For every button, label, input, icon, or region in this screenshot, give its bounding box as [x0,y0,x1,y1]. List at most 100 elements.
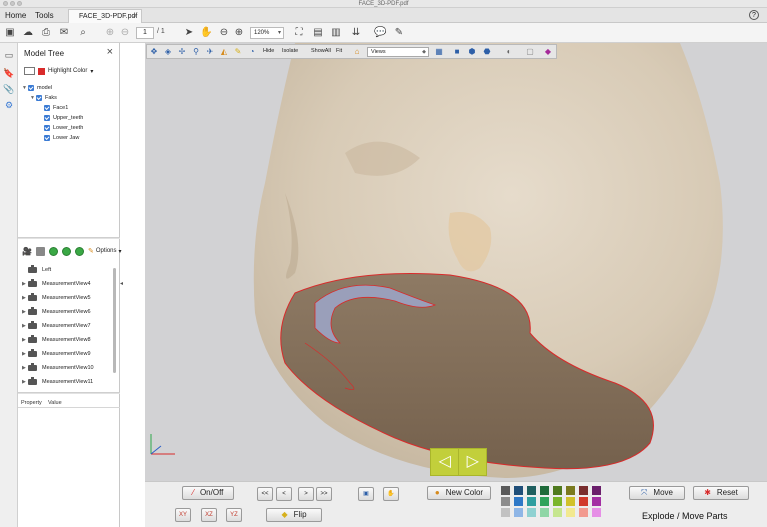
color-swatch[interactable] [514,486,523,495]
list-item[interactable]: ▶ MeasurementView11 [22,377,93,387]
color-swatch[interactable] [592,508,601,517]
search-icon[interactable]: ⌕ [77,27,89,39]
update-view-icon[interactable] [61,246,71,256]
bookmark-icon[interactable]: 🔖 [3,67,15,79]
render-mode-icon[interactable]: ⬢ [467,47,477,57]
color-swatch[interactable] [579,497,588,506]
page-number-input[interactable]: 1 [136,27,154,39]
rotate-icon[interactable]: ✥ [149,47,159,57]
color-swatch[interactable] [553,497,562,506]
spin-icon[interactable]: ◈ [163,47,173,57]
visibility-checkbox[interactable] [36,94,42,101]
options-menu-icon[interactable] [24,67,35,75]
panel-splitter[interactable] [18,392,120,394]
color-swatch[interactable] [579,486,588,495]
highlight-color-control[interactable]: Highlight Color ▾ [24,66,93,76]
comment-3d-icon[interactable]: ◔ [247,47,257,57]
print-icon[interactable]: ⎙ [40,27,52,39]
collapse-panel-icon[interactable]: ◂ [120,280,125,287]
first-step-button[interactable]: << [257,487,273,501]
visibility-checkbox[interactable] [44,104,50,111]
next-step-button[interactable]: > [298,487,314,501]
email-icon[interactable]: ✉ [58,27,70,39]
color-swatch[interactable] [540,508,549,517]
visibility-checkbox[interactable] [44,134,50,141]
part-move-icon[interactable]: ✋ [383,487,399,501]
tab-home[interactable]: Home [0,8,31,23]
measure-icon[interactable]: ◭ [219,47,229,57]
color-swatch[interactable] [514,508,523,517]
help-icon[interactable]: ? [749,10,759,20]
fit-height-icon[interactable]: ▥ [330,27,342,39]
lighting-icon[interactable]: ⬣ [482,47,492,57]
list-item[interactable]: ▶ MeasurementView7 [22,321,91,331]
home-view-icon[interactable]: ⌂ [352,47,362,57]
axis-xz-button[interactable]: XZ [201,508,217,522]
reset-button[interactable]: ✱ Reset [693,486,749,500]
color-swatch[interactable] [540,486,549,495]
flip-button[interactable]: ◆ Flip [266,508,322,522]
list-item[interactable]: ▶ MeasurementView10 [22,363,94,373]
list-item[interactable]: ▶ MeasurementView8 [22,335,91,345]
color-swatch[interactable] [592,486,601,495]
views-scrollbar[interactable] [113,268,116,373]
color-swatch[interactable] [566,508,575,517]
panel-splitter[interactable] [18,237,120,239]
hand-icon[interactable]: ✋ [200,27,212,39]
attachment-icon[interactable]: 📎 [3,83,15,95]
color-swatch[interactable] [527,486,536,495]
projection-icon[interactable]: ■ [452,47,462,57]
show-all-button[interactable]: ShowAll [311,48,331,54]
tree-item[interactable]: Upper_teeth [44,113,83,122]
tree-item[interactable]: Lower_teeth [44,123,83,132]
play-view-icon[interactable] [74,246,84,256]
tree-item[interactable]: ▼ Faks [30,93,57,102]
views-select[interactable]: Views [367,47,429,57]
on-off-button[interactable]: ⁄ On/Off [182,486,234,500]
color-swatch[interactable] [553,508,562,517]
visibility-checkbox[interactable] [44,124,50,131]
color-swatch[interactable] [501,508,510,517]
list-item[interactable]: ▶ MeasurementView9 [22,349,91,359]
prev-page-icon[interactable]: ⊕ [104,27,116,39]
color-swatch[interactable] [527,508,536,517]
tree-item[interactable]: Lower Jaw [44,133,79,142]
add-view-icon[interactable] [48,246,58,256]
select-cursor-icon[interactable]: ➤ [183,27,195,39]
model-tree-icon[interactable]: ⚙ [3,99,15,111]
close-tab-icon[interactable]: × [133,10,137,23]
color-swatch[interactable] [579,508,588,517]
color-swatch[interactable] [514,497,523,506]
tab-document[interactable]: FACE_3D-PDF.pdf × [68,9,142,23]
axis-xy-button[interactable]: XY [175,508,191,522]
color-swatch[interactable] [527,497,536,506]
color-swatch[interactable] [540,497,549,506]
comment-icon[interactable]: 💬 [374,27,386,39]
delete-view-icon[interactable] [35,246,45,256]
zoom-in-icon[interactable]: ⊕ [233,27,245,39]
close-panel-icon[interactable]: × [107,46,113,58]
color-swatch[interactable] [566,497,575,506]
axis-yz-button[interactable]: YZ [226,508,242,522]
color-swatch[interactable] [553,486,562,495]
tree-item[interactable]: Face1 [44,103,68,112]
tab-tools[interactable]: Tools [30,8,59,23]
save-icon[interactable]: ▣ [4,27,16,39]
list-item[interactable]: ▶ MeasurementView4 [22,279,91,289]
options-button[interactable]: ✎ Options ▾ [88,247,122,255]
color-swatch[interactable] [592,497,601,506]
ruler-icon[interactable]: ✎ [233,47,243,57]
fit-width-icon[interactable]: ▤ [312,27,324,39]
list-item[interactable]: ▶ MeasurementView6 [22,307,91,317]
previous-view-button[interactable]: ◁ [431,449,458,475]
new-color-button[interactable]: ● New Color [427,486,491,500]
prev-step-button[interactable]: < [276,487,292,501]
last-step-button[interactable]: >> [316,487,332,501]
zoom-out-icon[interactable]: ⊖ [218,27,230,39]
visibility-checkbox[interactable] [28,84,34,91]
model-tree-toggle-icon[interactable]: ▦ [434,47,444,57]
3d-viewport[interactable] [145,43,767,481]
3d-face-model[interactable] [145,43,767,481]
zoom-select[interactable]: 120% [250,27,284,39]
fit-button[interactable]: Fit [336,48,342,54]
